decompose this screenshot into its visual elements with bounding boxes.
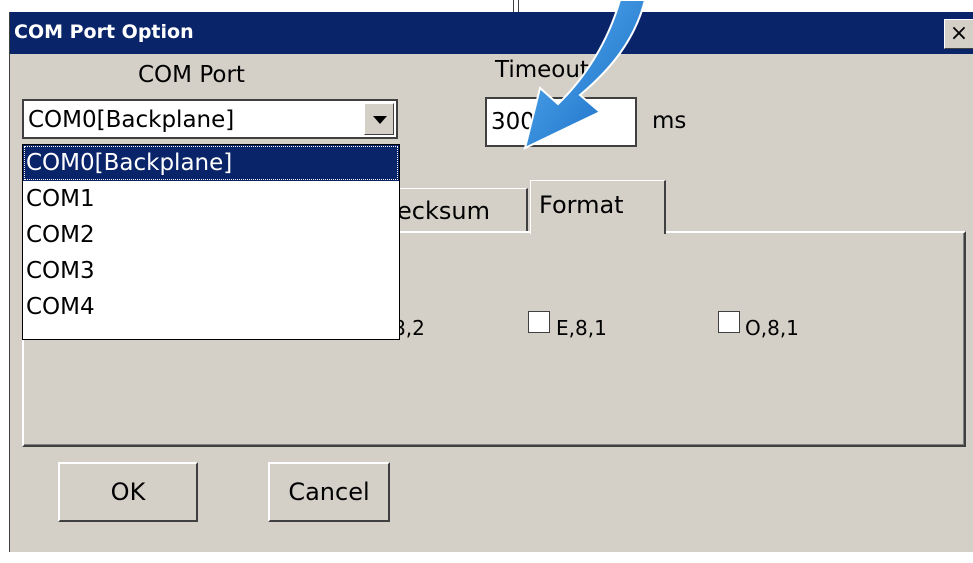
com-port-dropdown-list: COM0[Backplane] COM1 COM2 COM3 COM4 [22, 144, 400, 340]
close-icon: × [949, 21, 969, 46]
com-port-select[interactable]: COM0[Backplane] [22, 99, 398, 139]
ok-button[interactable]: OK [58, 462, 198, 522]
cancel-button[interactable]: Cancel [268, 462, 390, 522]
format-label-e-8-1: E,8,1 [556, 316, 607, 340]
tab-format[interactable]: Format [530, 180, 666, 234]
timeout-unit: ms [652, 108, 687, 134]
com-port-label: COM Port [138, 62, 245, 88]
com-port-selected-value: COM0[Backplane] [28, 107, 235, 133]
tab-checksum[interactable]: ecksum [396, 188, 528, 234]
dropdown-option-com0[interactable]: COM0[Backplane] [23, 145, 399, 181]
chevron-down-icon [373, 116, 387, 124]
com-port-dropdown-button[interactable] [364, 103, 394, 135]
dropdown-option-com1[interactable]: COM1 [23, 181, 399, 217]
close-button[interactable]: × [944, 19, 973, 49]
title-bar: COM Port Option × [10, 12, 973, 54]
timeout-label: Timeout [495, 57, 589, 83]
tab-checksum-label: ecksum [397, 197, 490, 225]
timeout-input[interactable]: 300 [485, 97, 637, 147]
tab-format-label: Format [539, 191, 624, 219]
com-port-option-dialog: COM Port Option × COM Port COM0[Backplan… [9, 12, 973, 552]
format-checkbox-o-8-1[interactable] [718, 311, 740, 333]
dropdown-option-com2[interactable]: COM2 [23, 217, 399, 253]
dropdown-option-com4[interactable]: COM4 [23, 289, 399, 325]
dialog-title: COM Port Option [14, 21, 194, 43]
format-checkbox-e-8-1[interactable] [528, 311, 550, 333]
format-label-o-8-1: O,8,1 [745, 316, 799, 340]
dropdown-option-com3[interactable]: COM3 [23, 253, 399, 289]
timeout-value: 300 [491, 109, 535, 135]
